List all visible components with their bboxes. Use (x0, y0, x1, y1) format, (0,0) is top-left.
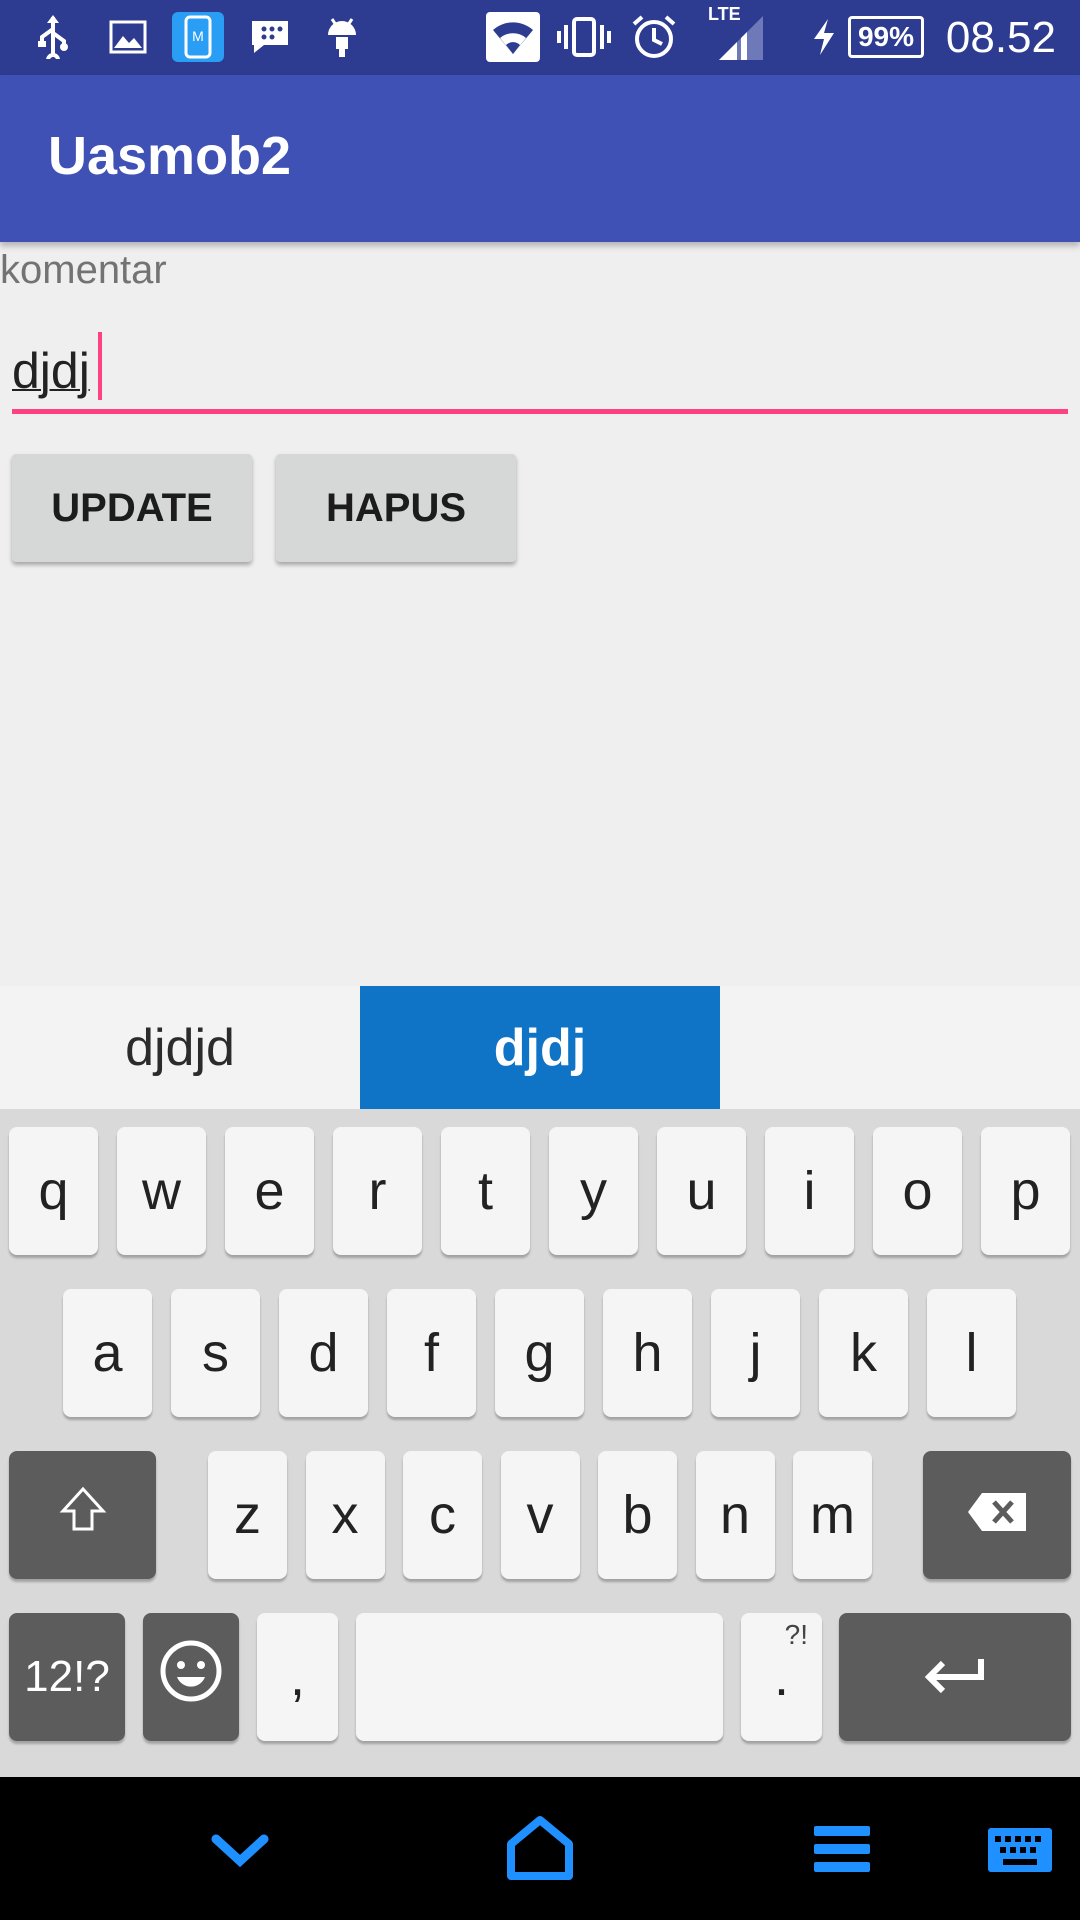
hapus-button[interactable]: HAPUS (276, 454, 516, 562)
key-i[interactable]: i (765, 1127, 854, 1255)
navigation-bar (0, 1777, 1080, 1920)
key-w[interactable]: w (117, 1127, 206, 1255)
backspace-key[interactable] (923, 1451, 1071, 1579)
key-y[interactable]: y (549, 1127, 638, 1255)
key-z[interactable]: z (208, 1451, 287, 1579)
key-p[interactable]: p (981, 1127, 1070, 1255)
key-j[interactable]: j (711, 1289, 800, 1417)
shift-icon (59, 1484, 107, 1546)
alarm-icon (630, 12, 678, 62)
input-underline (12, 409, 1068, 414)
vibrate-icon (556, 12, 612, 62)
key-q[interactable]: q (9, 1127, 98, 1255)
komentar-label: komentar (0, 248, 167, 292)
suggestion-item[interactable]: djdjd (0, 986, 360, 1109)
wifi-icon (486, 12, 540, 62)
key-m[interactable]: m (793, 1451, 872, 1579)
key-v[interactable]: v (500, 1451, 580, 1579)
usb-icon (30, 12, 76, 62)
backspace-icon (966, 1484, 1028, 1546)
phone-app-icon: M (172, 12, 224, 62)
svg-text:M: M (192, 28, 204, 44)
gallery-icon (105, 12, 151, 62)
period-key-alt: ?! (784, 1619, 808, 1650)
key-t[interactable]: t (441, 1127, 530, 1255)
komentar-input[interactable]: djdj (12, 322, 1068, 414)
app-bar: Uasmob2 (0, 75, 1080, 242)
back-down-icon[interactable] (206, 1821, 274, 1881)
android-debug-icon (320, 12, 364, 62)
text-cursor (98, 332, 102, 400)
key-d[interactable]: d (279, 1289, 368, 1417)
battery-level: 99% (848, 16, 924, 58)
key-b[interactable]: b (598, 1451, 677, 1579)
enter-icon (923, 1646, 987, 1708)
key-l[interactable]: l (927, 1289, 1016, 1417)
update-button[interactable]: UPDATE (12, 454, 252, 562)
period-key-label: . (773, 1647, 789, 1707)
suggestion-strip: djdjd djdj (0, 986, 1080, 1109)
emoji-icon (159, 1639, 223, 1716)
key-r[interactable]: r (333, 1127, 422, 1255)
home-icon[interactable] (502, 1811, 578, 1883)
status-time: 08.52 (945, 13, 1056, 62)
signal-icon: LTE (704, 4, 770, 62)
menu-icon[interactable] (804, 1817, 880, 1881)
key-k[interactable]: k (819, 1289, 908, 1417)
key-a[interactable]: a (63, 1289, 152, 1417)
komentar-input-value: djdj (12, 343, 90, 399)
app-title: Uasmob2 (48, 126, 292, 186)
space-key[interactable] (356, 1613, 723, 1741)
soft-keyboard: qwertyuiop asdfghjkl zxcvbnm 12!? , ?! . (0, 1109, 1080, 1777)
shift-key[interactable] (9, 1451, 156, 1579)
keyboard-icon[interactable] (986, 1825, 1054, 1875)
key-s[interactable]: s (171, 1289, 260, 1417)
emoji-key[interactable] (143, 1613, 239, 1741)
key-h[interactable]: h (603, 1289, 692, 1417)
key-g[interactable]: g (495, 1289, 584, 1417)
key-u[interactable]: u (657, 1127, 746, 1255)
status-bar: M LTE 99% 08.52 (0, 0, 1080, 75)
key-e[interactable]: e (225, 1127, 314, 1255)
key-n[interactable]: n (695, 1451, 775, 1579)
key-f[interactable]: f (387, 1289, 476, 1417)
key-x[interactable]: x (305, 1451, 385, 1579)
battery-icon: 99% (845, 12, 927, 62)
charging-icon (808, 12, 840, 62)
suggestion-item[interactable] (720, 986, 1080, 1109)
symbols-key[interactable]: 12!? (9, 1613, 125, 1741)
key-o[interactable]: o (873, 1127, 962, 1255)
period-key[interactable]: ?! . (741, 1613, 822, 1741)
suggestion-item-selected[interactable]: djdj (360, 986, 720, 1109)
enter-key[interactable] (839, 1613, 1071, 1741)
messenger-icon (246, 12, 294, 62)
key-c[interactable]: c (403, 1451, 482, 1579)
comma-key[interactable]: , (257, 1613, 338, 1741)
